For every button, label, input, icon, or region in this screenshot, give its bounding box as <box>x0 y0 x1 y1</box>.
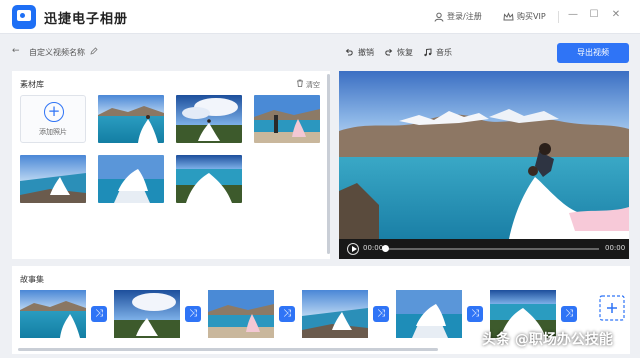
library-photo-1[interactable] <box>98 95 164 143</box>
story-frame-5[interactable] <box>396 290 462 338</box>
video-preview: 00:00 00:00 <box>339 71 629 259</box>
library-scrollbar[interactable] <box>327 74 330 254</box>
total-time: 00:00 <box>605 244 626 252</box>
minimize-button[interactable]: — <box>566 9 580 20</box>
login-link[interactable]: 登录/注册 <box>434 11 482 22</box>
story-title: 故事集 <box>20 275 44 284</box>
close-button[interactable]: ✕ <box>609 9 623 20</box>
story-frame-4[interactable] <box>302 290 368 338</box>
transition-icon[interactable]: ⤨ <box>373 306 389 322</box>
user-icon <box>434 12 444 22</box>
library-photo-5[interactable] <box>98 155 164 203</box>
story-frame-1[interactable] <box>20 290 86 338</box>
library-photo-6[interactable] <box>176 155 242 203</box>
progress-handle[interactable] <box>382 245 389 252</box>
export-video-button[interactable]: 导出视频 <box>557 43 629 63</box>
redo-label: 恢复 <box>397 48 413 57</box>
library-photo-3[interactable] <box>254 95 320 143</box>
titlebar-divider <box>558 11 559 23</box>
story-scrollbar[interactable] <box>18 348 438 351</box>
editor-toolbar: ← 自定义视频名称 撤销 恢复 音乐 导出视频 <box>0 34 640 70</box>
progress-track[interactable] <box>384 248 599 250</box>
title-bar: 迅捷电子相册 登录/注册 购买VIP — ☐ ✕ <box>0 0 640 34</box>
transition-icon[interactable]: ⤨ <box>279 306 295 322</box>
add-photo-label: 添加照片 <box>39 128 67 136</box>
crown-icon <box>503 11 514 20</box>
redo-icon <box>385 48 393 56</box>
vip-label: 购买VIP <box>517 12 546 21</box>
transition-icon[interactable]: ⤨ <box>91 306 107 322</box>
project-name-label: 自定义视频名称 <box>29 48 85 57</box>
trash-icon <box>296 79 303 87</box>
undo-label: 撤销 <box>358 48 374 57</box>
library-photo-4[interactable] <box>20 155 86 203</box>
edit-pencil-icon <box>89 47 98 55</box>
undo-button[interactable]: 撤销 <box>345 47 374 58</box>
project-name[interactable]: 自定义视频名称 <box>29 47 98 58</box>
buy-vip-link[interactable]: 购买VIP <box>503 11 546 22</box>
clear-label: 清空 <box>306 81 320 89</box>
back-arrow-icon[interactable]: ← <box>12 46 20 56</box>
library-title: 素材库 <box>20 80 44 89</box>
plus-icon: + <box>44 102 64 122</box>
transition-icon[interactable]: ⤨ <box>185 306 201 322</box>
story-frame-3[interactable] <box>208 290 274 338</box>
undo-icon <box>345 48 353 56</box>
app-title: 迅捷电子相册 <box>44 12 129 27</box>
music-note-icon <box>424 48 432 57</box>
add-frame-icon[interactable] <box>598 294 626 322</box>
app-logo-icon <box>12 5 36 29</box>
transition-icon[interactable]: ⤨ <box>561 306 577 322</box>
watermark-text: 头条 @职场办公技能 <box>482 332 613 348</box>
preview-image <box>339 71 629 239</box>
redo-button[interactable]: 恢复 <box>384 47 413 58</box>
music-button[interactable]: 音乐 <box>423 47 452 58</box>
player-controls: 00:00 00:00 <box>339 239 629 259</box>
add-photo-tile[interactable]: + 添加照片 <box>20 95 86 143</box>
library-photo-2[interactable] <box>176 95 242 143</box>
current-time: 00:00 <box>363 244 384 252</box>
login-label: 登录/注册 <box>447 12 482 21</box>
material-library-panel: 素材库 清空 + 添加照片 <box>12 71 330 259</box>
play-icon[interactable] <box>347 243 359 255</box>
clear-library-button[interactable]: 清空 <box>296 79 320 90</box>
music-label: 音乐 <box>436 48 452 57</box>
maximize-button[interactable]: ☐ <box>587 9 601 20</box>
transition-icon[interactable]: ⤨ <box>467 306 483 322</box>
story-frame-2[interactable] <box>114 290 180 338</box>
